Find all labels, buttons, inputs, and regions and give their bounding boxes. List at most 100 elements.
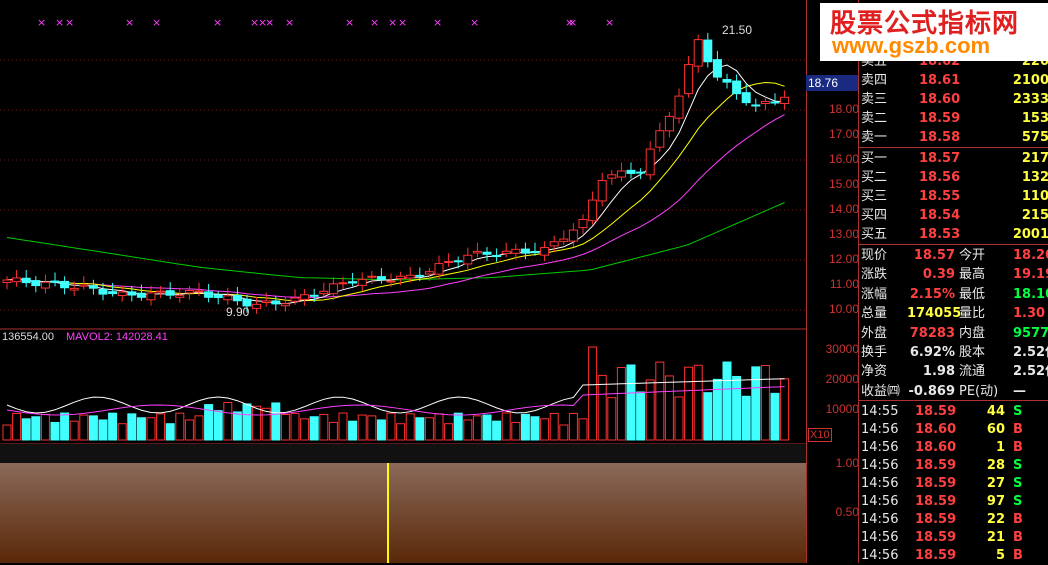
candle bbox=[568, 229, 578, 242]
candle bbox=[732, 80, 742, 95]
bid-price: 18.53 bbox=[919, 227, 961, 242]
volume-bar bbox=[559, 424, 569, 441]
candle bbox=[511, 248, 521, 254]
candle bbox=[578, 219, 588, 229]
tick-price: 18.59 bbox=[915, 404, 957, 419]
ask-row[interactable]: 卖四 18.61 2100 bbox=[859, 71, 1048, 90]
tick-volume: 27 bbox=[986, 476, 1005, 491]
quote-label: 涨跌 bbox=[861, 267, 888, 283]
volume-bar bbox=[482, 414, 492, 441]
candle bbox=[396, 275, 406, 280]
candle bbox=[472, 250, 482, 254]
candle bbox=[79, 284, 89, 287]
tick-price: 18.59 bbox=[915, 458, 957, 473]
candle bbox=[290, 297, 300, 302]
price-axis-tick: 13.00 bbox=[828, 227, 859, 241]
divider bbox=[859, 400, 1048, 401]
candle bbox=[463, 254, 473, 265]
ask-volume: 575 bbox=[1021, 130, 1048, 145]
candle bbox=[780, 96, 790, 105]
candle bbox=[127, 291, 137, 296]
volume-bar bbox=[117, 423, 127, 441]
tick-side: B bbox=[1013, 422, 1023, 437]
bid-volume: 110 bbox=[1021, 189, 1048, 204]
candle bbox=[415, 274, 425, 277]
volume-bar bbox=[136, 417, 146, 441]
candle bbox=[271, 300, 281, 305]
candle bbox=[319, 290, 329, 295]
mavol-label: MAVOL2: 142028.41 bbox=[66, 331, 168, 343]
candle bbox=[21, 277, 31, 284]
candle bbox=[664, 115, 674, 132]
volume-bar bbox=[223, 402, 233, 441]
quote-value: 18.57 bbox=[913, 248, 955, 263]
candle bbox=[357, 278, 367, 286]
watermark-logo: 股票公式指标网 www.gszb.com bbox=[820, 3, 1048, 61]
low-price-label: 9.90 bbox=[226, 305, 250, 319]
candle bbox=[117, 291, 127, 297]
volume-bar bbox=[252, 405, 262, 441]
kline-chart-area[interactable]: × × × × × × × × × × × × × × × × × × × 21.50 9.90 136554.00… bbox=[0, 0, 806, 563]
tick-side: B bbox=[1013, 440, 1023, 455]
tick-volume: 21 bbox=[986, 530, 1005, 545]
tick-row: 14:56 18.60 60 B bbox=[859, 420, 1048, 439]
candle bbox=[684, 64, 694, 95]
candle bbox=[31, 280, 41, 287]
volume-bar bbox=[309, 416, 319, 441]
candle bbox=[645, 148, 655, 176]
candle bbox=[559, 238, 569, 242]
tick-volume: 22 bbox=[986, 512, 1005, 527]
bid-row[interactable]: 买二 18.56 132 bbox=[859, 168, 1048, 187]
ask-level-label: 卖四 bbox=[861, 73, 888, 88]
candle bbox=[376, 276, 386, 281]
price-axis-tick: 14.00 bbox=[828, 202, 859, 216]
bid-volume: 217 bbox=[1021, 151, 1048, 166]
candle bbox=[482, 251, 492, 255]
bid-level-label: 买二 bbox=[861, 170, 888, 185]
candle bbox=[69, 287, 79, 291]
quote-value: 174055 bbox=[907, 306, 962, 322]
bid-row[interactable]: 买三 18.55 110 bbox=[859, 187, 1048, 206]
quote-row: 总量 174055 量比 1.30 bbox=[859, 304, 1048, 323]
tick-time: 14:56 bbox=[861, 476, 899, 491]
volume-bar bbox=[290, 412, 300, 441]
volume-bar bbox=[540, 418, 550, 441]
tick-side: B bbox=[1013, 530, 1023, 545]
signal-marker: × bbox=[388, 16, 397, 29]
volume-bar bbox=[415, 417, 425, 441]
candle bbox=[405, 274, 415, 279]
ask-row[interactable]: 卖三 18.60 2333 bbox=[859, 90, 1048, 109]
tick-time: 14:56 bbox=[861, 512, 899, 527]
quote-label: 股本 bbox=[959, 345, 986, 360]
tick-row: 14:56 18.59 22 B bbox=[859, 510, 1048, 529]
candle bbox=[444, 261, 454, 264]
x10-label[interactable]: X10 bbox=[808, 428, 832, 442]
bid-row[interactable]: 买五 18.53 2001 bbox=[859, 225, 1048, 244]
quote-label: 总量 bbox=[861, 306, 888, 322]
volume-bar bbox=[760, 365, 770, 441]
bid-row[interactable]: 买一 18.57 217 bbox=[859, 149, 1048, 168]
ask-price: 18.61 bbox=[919, 73, 961, 88]
bid-volume: 132 bbox=[1021, 170, 1048, 185]
volume-bar bbox=[741, 395, 751, 441]
candle bbox=[588, 199, 598, 222]
candle bbox=[655, 130, 665, 148]
bid-level-label: 买一 bbox=[861, 151, 888, 166]
ask-volume: 2333 bbox=[1012, 92, 1048, 107]
quote-label: 涨幅 bbox=[861, 286, 888, 302]
quote-label: 流通 bbox=[959, 364, 986, 380]
candle bbox=[607, 174, 617, 179]
tick-side: S bbox=[1013, 494, 1023, 509]
bid-row[interactable]: 买四 18.54 215 bbox=[859, 206, 1048, 225]
ask-row[interactable]: 卖一 18.58 575 bbox=[859, 128, 1048, 147]
quote-row: 现价 18.57 今开 18.20 bbox=[859, 246, 1048, 265]
candle bbox=[741, 92, 751, 104]
candle bbox=[213, 294, 223, 299]
volume-bar bbox=[367, 415, 377, 441]
tick-time: 14:56 bbox=[861, 440, 899, 455]
volume-bar bbox=[79, 414, 89, 441]
quote-label: 净资 bbox=[861, 364, 888, 380]
tick-row: 14:55 18.59 44 S bbox=[859, 402, 1048, 421]
volume-bar bbox=[60, 412, 70, 441]
ask-row[interactable]: 卖二 18.59 153 bbox=[859, 109, 1048, 128]
